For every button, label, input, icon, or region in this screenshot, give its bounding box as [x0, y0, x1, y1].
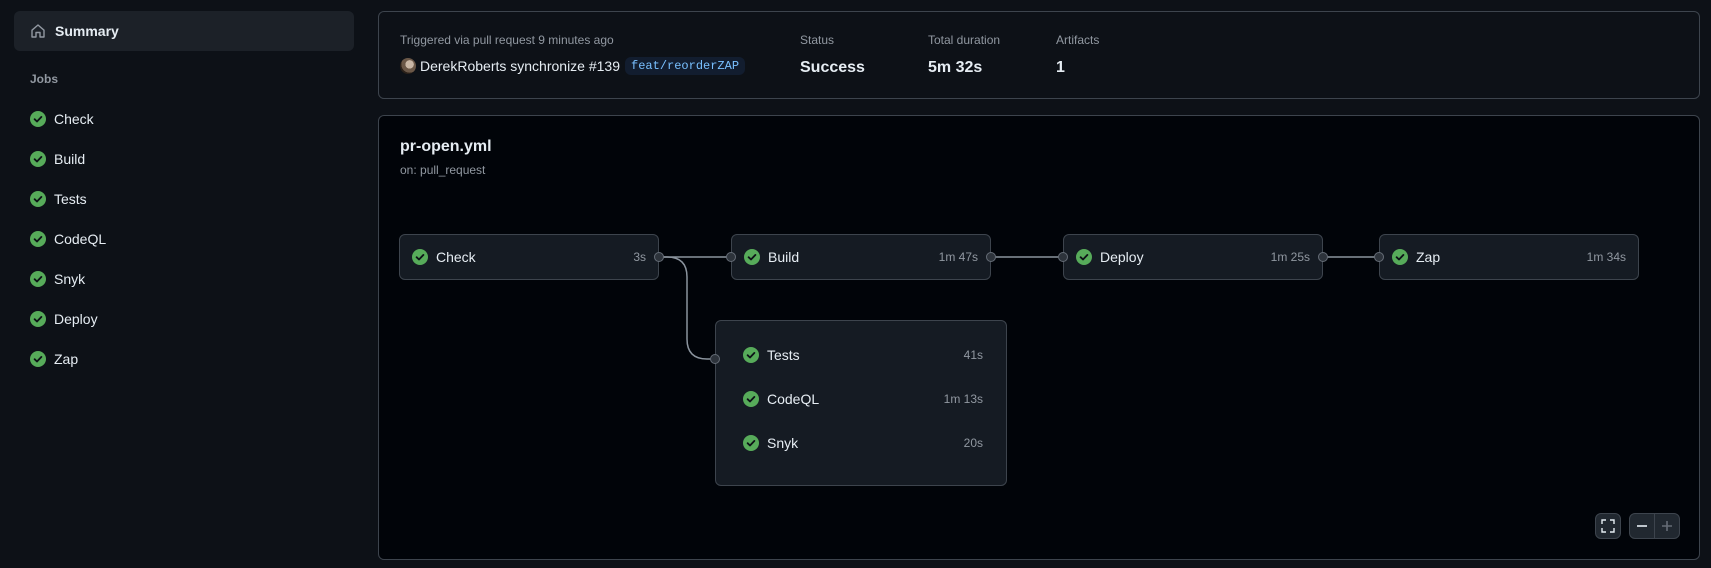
- job-node-duration: 1m 47s: [938, 250, 978, 264]
- check-circle-icon: [30, 111, 46, 127]
- connector-check-group: [659, 256, 715, 360]
- sidebar-job-check[interactable]: Check: [30, 99, 106, 139]
- check-circle-icon: [30, 351, 46, 367]
- check-circle-icon: [744, 249, 760, 265]
- job-node-snyk[interactable]: Snyk 20s: [743, 431, 983, 455]
- duration-column: Total duration 5m 32s: [928, 33, 1000, 77]
- avatar[interactable]: [400, 58, 416, 74]
- connector-port: [654, 252, 664, 262]
- job-node-label: Zap: [1416, 249, 1441, 265]
- check-circle-icon: [30, 311, 46, 327]
- summary-label: Summary: [55, 23, 119, 39]
- sidebar-job-build[interactable]: Build: [30, 139, 106, 179]
- status-column: Status Success: [800, 33, 865, 77]
- connector-port: [726, 252, 736, 262]
- job-group: Tests 41s CodeQL 1m 13s Snyk 20s: [715, 320, 1007, 486]
- fullscreen-button[interactable]: [1595, 513, 1621, 539]
- check-circle-icon: [1076, 249, 1092, 265]
- connector-port: [1318, 252, 1328, 262]
- sidebar-job-codeql[interactable]: CodeQL: [30, 219, 106, 259]
- job-node-label: Deploy: [1100, 249, 1144, 265]
- status-value: Success: [800, 59, 865, 76]
- sidebar: Summary Jobs Check Build Tests CodeQL Sn…: [0, 0, 364, 568]
- job-node-label: Tests: [767, 347, 800, 363]
- branch-badge[interactable]: feat/reorderZAP: [625, 57, 746, 75]
- job-label: Build: [54, 151, 86, 167]
- connector-port: [710, 354, 720, 364]
- zoom-in-button[interactable]: [1655, 514, 1679, 538]
- job-node-duration: 20s: [963, 436, 983, 450]
- duration-label: Total duration: [928, 33, 1001, 47]
- job-node-build[interactable]: Build 1m 47s: [731, 234, 991, 280]
- job-list: Check Build Tests CodeQL Snyk Deploy Zap: [30, 99, 106, 379]
- job-label: Check: [54, 111, 94, 127]
- trigger-action[interactable]: synchronize #139: [510, 58, 620, 74]
- job-node-duration: 3s: [633, 250, 646, 264]
- job-label: Zap: [54, 351, 79, 367]
- connector-port: [986, 252, 996, 262]
- run-summary-header: Triggered via pull request 9 minutes ago…: [378, 11, 1700, 99]
- job-node-codeql[interactable]: CodeQL 1m 13s: [743, 387, 983, 411]
- job-node-zap[interactable]: Zap 1m 34s: [1379, 234, 1639, 280]
- check-circle-icon: [743, 391, 759, 407]
- sidebar-job-snyk[interactable]: Snyk: [30, 259, 106, 299]
- job-node-duration: 1m 25s: [1270, 250, 1310, 264]
- job-node-label: Snyk: [767, 435, 799, 451]
- job-node-tests[interactable]: Tests 41s: [743, 343, 983, 367]
- sidebar-job-deploy[interactable]: Deploy: [30, 299, 106, 339]
- plus-icon: [1661, 521, 1672, 531]
- job-node-duration: 1m 34s: [1586, 250, 1626, 264]
- job-node-check[interactable]: Check 3s: [399, 234, 659, 280]
- sidebar-job-tests[interactable]: Tests: [30, 179, 106, 219]
- check-circle-icon: [30, 271, 46, 287]
- trigger-label: Triggered via pull request 9 minutes ago: [400, 33, 614, 47]
- job-node-label: CodeQL: [767, 391, 820, 407]
- summary-link[interactable]: Summary: [14, 11, 354, 51]
- job-node-duration: 41s: [963, 348, 983, 362]
- job-node-label: Check: [436, 249, 476, 265]
- fullscreen-icon: [1601, 519, 1615, 533]
- zoom-controls: [1629, 513, 1680, 539]
- duration-value: 5m 32s: [928, 59, 983, 76]
- check-circle-icon: [743, 435, 759, 451]
- artifacts-column: Artifacts 1: [1056, 33, 1099, 77]
- check-circle-icon: [412, 249, 428, 265]
- artifacts-value[interactable]: 1: [1056, 59, 1099, 77]
- zoom-out-button[interactable]: [1630, 514, 1654, 538]
- check-circle-icon: [743, 347, 759, 363]
- trigger-column: Triggered via pull request 9 minutes ago…: [400, 33, 746, 75]
- jobs-heading: Jobs: [30, 72, 59, 86]
- workflow-graph: pr-open.yml on: pull_request Check 3s Bu…: [378, 115, 1700, 560]
- check-circle-icon: [30, 231, 46, 247]
- job-label: Snyk: [54, 271, 86, 287]
- job-label: CodeQL: [54, 231, 107, 247]
- connector-port: [1058, 252, 1068, 262]
- job-label: Deploy: [54, 311, 98, 327]
- check-circle-icon: [30, 151, 46, 167]
- check-circle-icon: [1392, 249, 1408, 265]
- minus-icon: [1637, 525, 1647, 527]
- graph-connectors: [659, 256, 1380, 360]
- job-node-label: Build: [768, 249, 800, 265]
- job-label: Tests: [54, 191, 87, 207]
- sidebar-job-zap[interactable]: Zap: [30, 339, 106, 379]
- check-circle-icon: [30, 191, 46, 207]
- artifacts-label: Artifacts: [1056, 33, 1100, 47]
- home-icon: [31, 24, 45, 38]
- actor-link[interactable]: DerekRoberts: [420, 58, 506, 74]
- job-node-deploy[interactable]: Deploy 1m 25s: [1063, 234, 1323, 280]
- connector-port: [1374, 252, 1384, 262]
- job-node-duration: 1m 13s: [943, 392, 983, 406]
- trigger-line: DerekRoberts synchronize #139 feat/reord…: [400, 57, 746, 75]
- status-label: Status: [800, 33, 835, 47]
